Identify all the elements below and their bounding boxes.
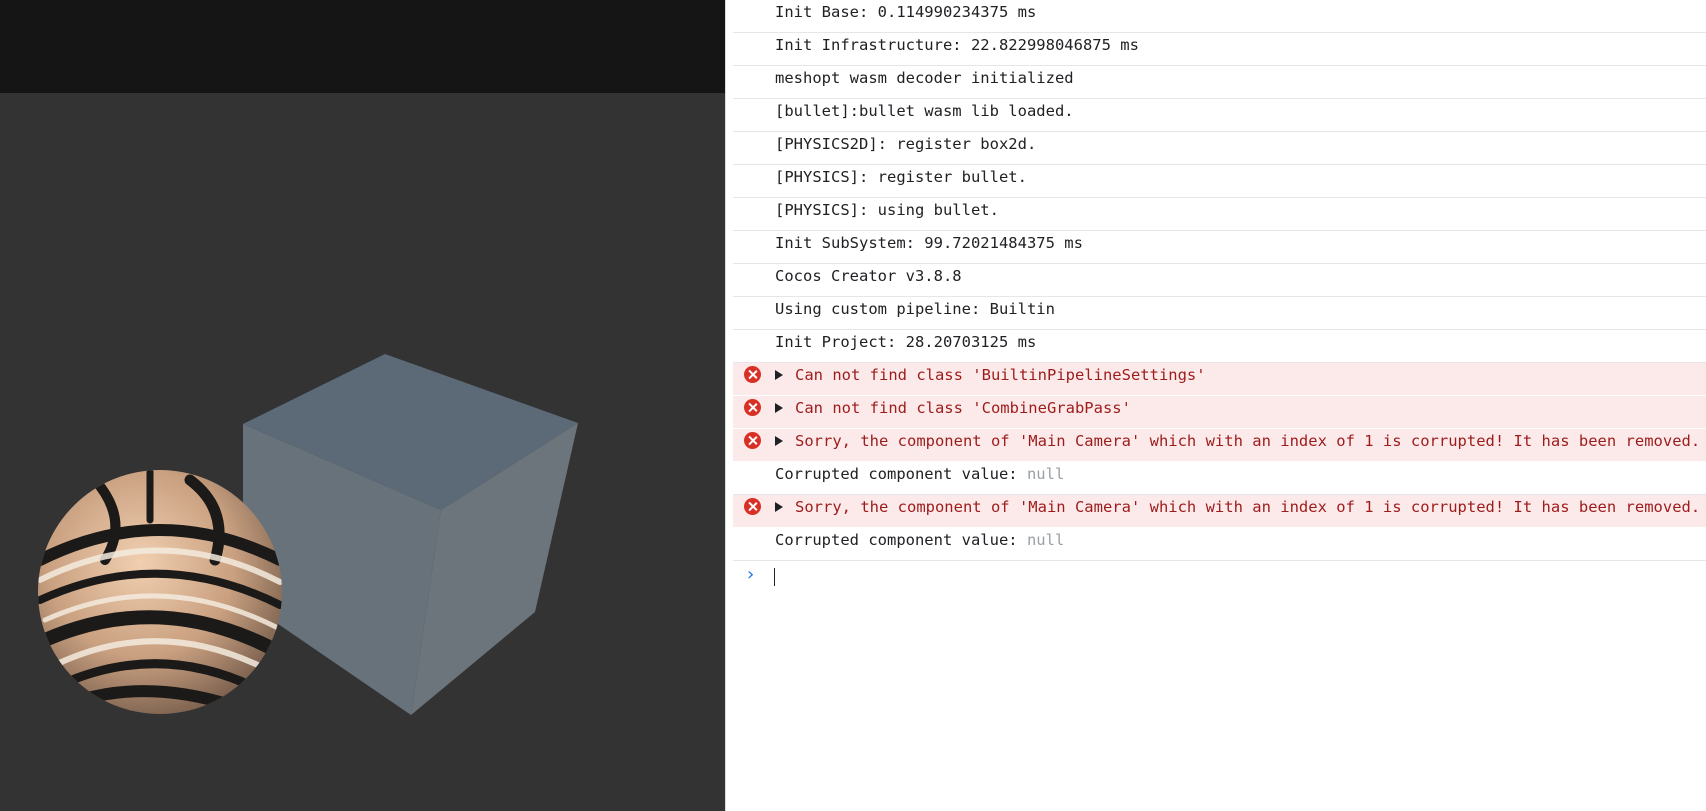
message-text: [bullet]:bullet wasm lib loaded. bbox=[775, 102, 1074, 120]
console-log-row: [PHYSICS2D]: register box2d. bbox=[733, 132, 1706, 165]
console-log-row: Init Infrastructure: 22.822998046875 ms bbox=[733, 33, 1706, 66]
message-text: Cocos Creator v3.8.8 bbox=[775, 267, 962, 285]
text-caret bbox=[774, 568, 775, 586]
console-log-row: [PHYSICS]: using bullet. bbox=[733, 198, 1706, 231]
message-text: Init Project: 28.20703125 ms bbox=[775, 333, 1037, 351]
console-message: Can not find class 'BuiltinPipelineSetti… bbox=[795, 364, 1206, 386]
message-value: null bbox=[1026, 531, 1065, 549]
console-message: Init SubSystem: 99.72021484375 ms bbox=[775, 232, 1083, 254]
console-message: Sorry, the component of 'Main Camera' wh… bbox=[795, 496, 1700, 518]
expand-triangle-icon[interactable] bbox=[775, 436, 783, 446]
scene-render bbox=[38, 354, 578, 715]
console-message: Can not find class 'CombineGrabPass' bbox=[795, 397, 1131, 419]
console-prompt[interactable]: › bbox=[733, 564, 1033, 588]
console-log-row: Cocos Creator v3.8.8 bbox=[733, 264, 1706, 297]
message-value: null bbox=[1026, 465, 1065, 483]
message-text: Sorry, the component of 'Main Camera' wh… bbox=[795, 498, 1701, 516]
game-viewport[interactable] bbox=[0, 0, 725, 811]
console-error-row[interactable]: Can not find class 'CombineGrabPass' bbox=[733, 396, 1706, 429]
console-log-row: [PHYSICS]: register bullet. bbox=[733, 165, 1706, 198]
message-text: Sorry, the component of 'Main Camera' wh… bbox=[795, 432, 1701, 450]
expand-triangle-icon[interactable] bbox=[775, 403, 783, 413]
console-message: Init Project: 28.20703125 ms bbox=[775, 331, 1036, 353]
message-text: [PHYSICS]: register bullet. bbox=[775, 168, 1027, 186]
error-icon bbox=[744, 366, 761, 383]
console-error-row[interactable]: Sorry, the component of 'Main Camera' wh… bbox=[733, 429, 1706, 462]
message-text: Corrupted component value: bbox=[775, 465, 1027, 483]
sphere-mesh bbox=[38, 470, 282, 714]
message-text: meshopt wasm decoder initialized bbox=[775, 69, 1074, 87]
message-text: [PHYSICS2D]: register box2d. bbox=[775, 135, 1037, 153]
message-text: Init Base: 0.114990234375 ms bbox=[775, 3, 1037, 21]
message-text: Can not find class 'CombineGrabPass' bbox=[795, 399, 1131, 417]
console-message: Using custom pipeline: Builtin bbox=[775, 298, 1055, 320]
expand-triangle-icon[interactable] bbox=[775, 370, 783, 380]
console-message: Cocos Creator v3.8.8 bbox=[775, 265, 962, 287]
console-message: Sorry, the component of 'Main Camera' wh… bbox=[795, 430, 1700, 452]
error-icon bbox=[744, 432, 761, 449]
console-log-row: Corrupted component value: null bbox=[733, 528, 1706, 561]
console-message: Init Infrastructure: 22.822998046875 ms bbox=[775, 34, 1139, 56]
message-text: [PHYSICS]: using bullet. bbox=[775, 201, 999, 219]
console-log-row: Init Base: 0.114990234375 ms bbox=[733, 0, 1706, 33]
console-log-row: [bullet]:bullet wasm lib loaded. bbox=[733, 99, 1706, 132]
cube-mesh bbox=[243, 354, 578, 715]
message-text: Init SubSystem: 99.72021484375 ms bbox=[775, 234, 1083, 252]
console-error-row[interactable]: Sorry, the component of 'Main Camera' wh… bbox=[733, 495, 1706, 528]
message-text: Using custom pipeline: Builtin bbox=[775, 300, 1055, 318]
console-message: Corrupted component value: null bbox=[775, 529, 1064, 551]
console-message: meshopt wasm decoder initialized bbox=[775, 67, 1074, 89]
console-log-row: Init Project: 28.20703125 ms bbox=[733, 330, 1706, 363]
console-message: [PHYSICS]: using bullet. bbox=[775, 199, 999, 221]
console-message: Init Base: 0.114990234375 ms bbox=[775, 1, 1036, 23]
console-log-row: Using custom pipeline: Builtin bbox=[733, 297, 1706, 330]
message-text: Can not find class 'BuiltinPipelineSetti… bbox=[795, 366, 1206, 384]
console-message: [bullet]:bullet wasm lib loaded. bbox=[775, 100, 1074, 122]
expand-triangle-icon[interactable] bbox=[775, 502, 783, 512]
error-icon bbox=[744, 498, 761, 515]
console-log-row: meshopt wasm decoder initialized bbox=[733, 66, 1706, 99]
error-icon bbox=[744, 399, 761, 416]
message-text: Init Infrastructure: 22.822998046875 ms bbox=[775, 36, 1139, 54]
message-text: Corrupted component value: bbox=[775, 531, 1027, 549]
console-log-row: Corrupted component value: null bbox=[733, 462, 1706, 495]
console-message: [PHYSICS2D]: register box2d. bbox=[775, 133, 1036, 155]
console-message: Corrupted component value: null bbox=[775, 463, 1064, 485]
console-error-row[interactable]: Can not find class 'BuiltinPipelineSetti… bbox=[733, 363, 1706, 396]
console-message: [PHYSICS]: register bullet. bbox=[775, 166, 1027, 188]
prompt-chevron-icon: › bbox=[747, 564, 755, 585]
devtools-console[interactable]: Init Base: 0.114990234375 ms Init Infrast… bbox=[725, 0, 1706, 811]
console-log-row: Init SubSystem: 99.72021484375 ms bbox=[733, 231, 1706, 264]
